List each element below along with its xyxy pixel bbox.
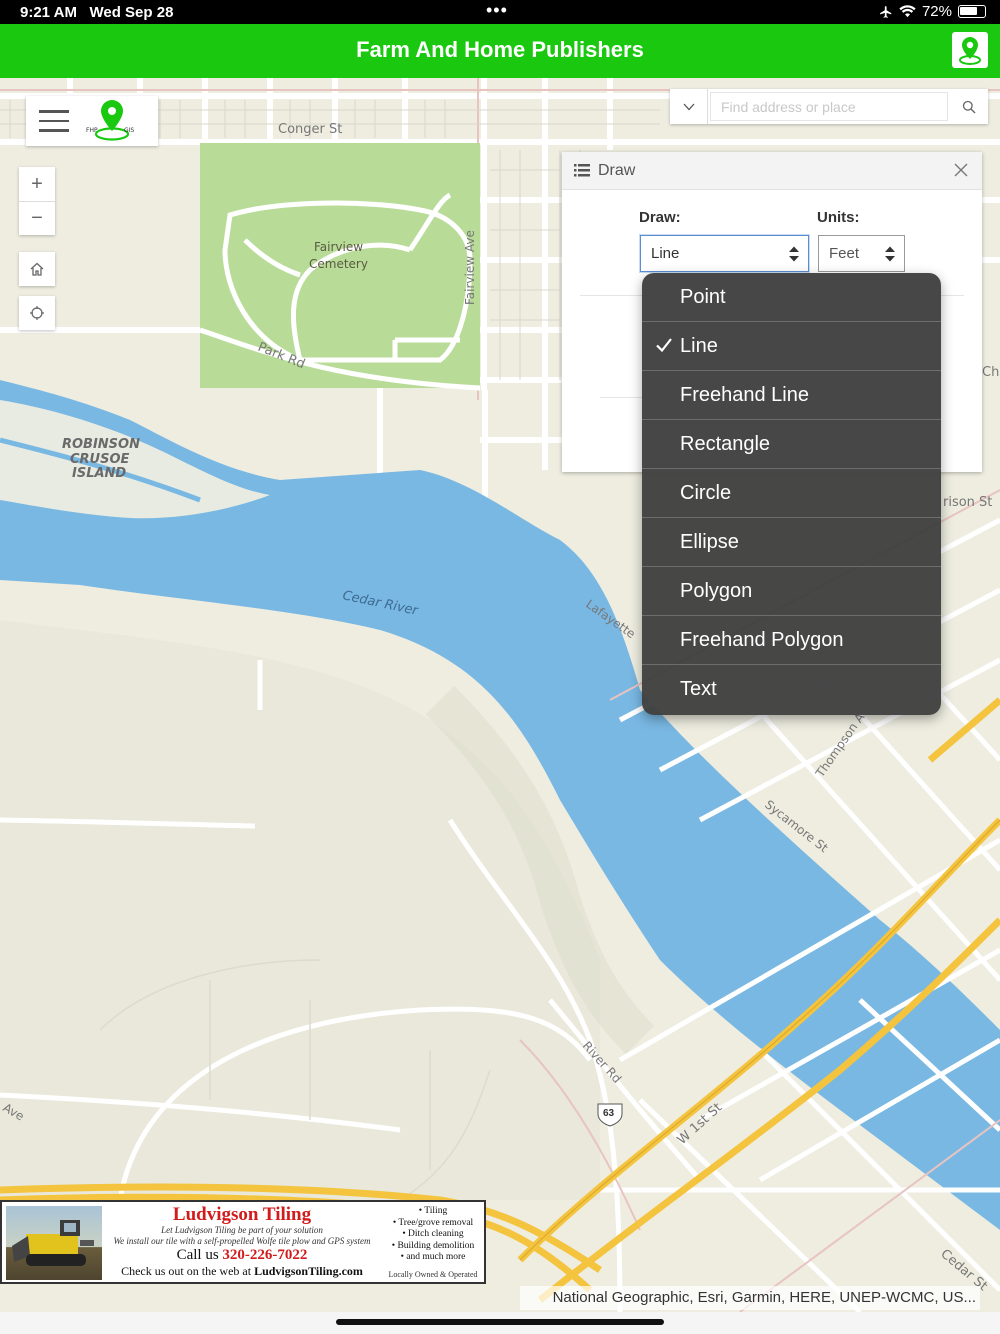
ad-phone: 320-226-7022 [222, 1247, 308, 1263]
label-island: ISLAND [72, 466, 126, 481]
draw-option-rectangle[interactable]: Rectangle [642, 420, 941, 469]
label-crusoe: CRUSOE [70, 452, 130, 467]
units-value: Feet [829, 245, 860, 262]
draw-option-ellipse[interactable]: Ellipse [642, 518, 941, 567]
ad-call: Call us 320-226-7022 [106, 1247, 378, 1264]
draw-option-circle[interactable]: Circle [642, 469, 941, 518]
draw-option-freehand-polygon[interactable]: Freehand Polygon [642, 616, 941, 665]
ad-service-item: • Ditch cleaning [402, 1229, 464, 1239]
wifi-icon [899, 5, 916, 18]
zoom-controls: + − [19, 167, 55, 235]
draw-type-menu: Point Line Freehand Line Rectangle Circle Ell… [642, 273, 941, 715]
label-harrison: rison St [943, 495, 992, 510]
draw-option-text[interactable]: Text [642, 665, 941, 714]
status-right: 72% [879, 3, 986, 20]
label-hwy-63: 63 [603, 1108, 615, 1119]
draw-panel-header: Draw [562, 152, 982, 190]
ad-service-item: • Tree/grove removal [392, 1217, 474, 1228]
draw-option-label: Point [680, 286, 726, 308]
svg-text:FHP: FHP [86, 127, 98, 134]
ad-service-item: • Building demolition [391, 1240, 475, 1251]
battery-percent: 72% [921, 3, 952, 20]
menu-card: FHP GIS [26, 96, 158, 146]
draw-type-value: Line [651, 245, 680, 262]
ad-banner[interactable]: Ludvigson Tiling Let Ludvigson Tiling be… [0, 1200, 486, 1284]
home-indicator-area [0, 1312, 1000, 1334]
label-fairview-ave: Fairview Ave [463, 230, 477, 305]
draw-option-label: Polygon [680, 580, 753, 602]
ad-web-url: LudvigsonTiling.com [254, 1264, 363, 1278]
close-icon[interactable] [952, 161, 970, 179]
fhp-gis-logo[interactable]: FHP GIS [86, 98, 146, 144]
app-header: Farm And Home Publishers [0, 24, 1000, 78]
draw-option-label: Rectangle [680, 433, 771, 455]
app-title: Farm And Home Publishers [356, 37, 644, 62]
map-pin-icon[interactable] [952, 32, 988, 68]
draw-option-line[interactable]: Line [642, 322, 941, 371]
status-time: 9:21 AM Wed Sep 28 [20, 4, 174, 21]
draw-option-point[interactable]: Point [642, 273, 941, 322]
draw-option-label: Line [680, 335, 718, 357]
ad-web-prefix: Check us out on the web at [121, 1264, 252, 1278]
draw-option-label: Freehand Polygon [680, 629, 844, 651]
units-select[interactable]: Feet [818, 235, 905, 272]
search-icon [962, 100, 976, 113]
airplane-icon [880, 5, 892, 18]
app-screen: 9:21 AM Wed Sep 28 ••• 72% Farm And Home… [0, 0, 1000, 1334]
draw-type-select[interactable]: Line [640, 235, 809, 272]
draw-option-label: Circle [680, 482, 732, 504]
ad-services-list: • Tiling • Tree/grove removal • Ditch clea… [382, 1206, 484, 1264]
ad-web: Check us out on the web at LudvigsonTili… [106, 1264, 378, 1279]
home-indicator[interactable] [336, 1319, 664, 1325]
search-widget [670, 89, 988, 124]
label-robinson: ROBINSON [62, 437, 140, 452]
units-label: Units: [817, 209, 860, 226]
list-icon [574, 164, 590, 177]
draw-panel-title: Draw [598, 162, 636, 179]
draw-option-label: Text [680, 678, 717, 700]
label-fairview: Fairview [314, 240, 363, 254]
search-input[interactable] [710, 92, 948, 121]
multitask-dots-icon[interactable]: ••• [486, 0, 508, 21]
draw-option-freehand-line[interactable]: Freehand Line [642, 371, 941, 420]
status-bar: 9:21 AM Wed Sep 28 ••• 72% [0, 0, 1000, 24]
ad-service-item: • and much more [400, 1252, 466, 1262]
draw-option-label: Freehand Line [680, 384, 809, 406]
draw-option-label: Ellipse [680, 531, 739, 553]
search-button[interactable] [950, 89, 988, 124]
hamburger-icon[interactable] [39, 110, 69, 132]
draw-label: Draw: [639, 209, 681, 226]
search-source-dropdown[interactable] [670, 89, 708, 124]
label-cemetery: Cemetery [309, 257, 368, 271]
ad-service-item: • Tiling [418, 1206, 448, 1216]
ad-owned: Locally Owned & Operated [388, 1270, 478, 1279]
ad-call-prefix: Call us [176, 1247, 219, 1263]
map-attribution: National Geographic, Esri, Garmin, HERE,… [520, 1286, 980, 1310]
battery-icon [958, 5, 986, 18]
svg-text:GIS: GIS [124, 127, 134, 134]
ad-tagline-2: We install our tile with a self-propelle… [113, 1236, 371, 1246]
status-date: Wed Sep 28 [89, 4, 174, 21]
updown-arrows-icon [789, 246, 799, 262]
updown-arrows-icon [885, 246, 895, 262]
ad-tagline: Let Ludvigson Tiling be part of your sol… [106, 1225, 378, 1247]
draw-option-polygon[interactable]: Polygon [642, 567, 941, 616]
caret-down-icon [683, 103, 694, 110]
locate-icon [30, 306, 44, 320]
label-ch: Ch [982, 365, 999, 380]
zoom-in-button[interactable]: + [19, 167, 55, 201]
label-conger-st: Conger St [278, 122, 342, 137]
locate-button[interactable] [19, 296, 55, 330]
checkmark-icon [656, 338, 672, 353]
ad-tagline-1: Let Ludvigson Tiling be part of your sol… [161, 1225, 323, 1235]
home-button[interactable] [19, 252, 55, 286]
ad-photo [6, 1206, 102, 1280]
ad-brand: Ludvigson Tiling [172, 1204, 312, 1225]
zoom-out-button[interactable]: − [19, 201, 55, 235]
home-icon [30, 262, 44, 276]
